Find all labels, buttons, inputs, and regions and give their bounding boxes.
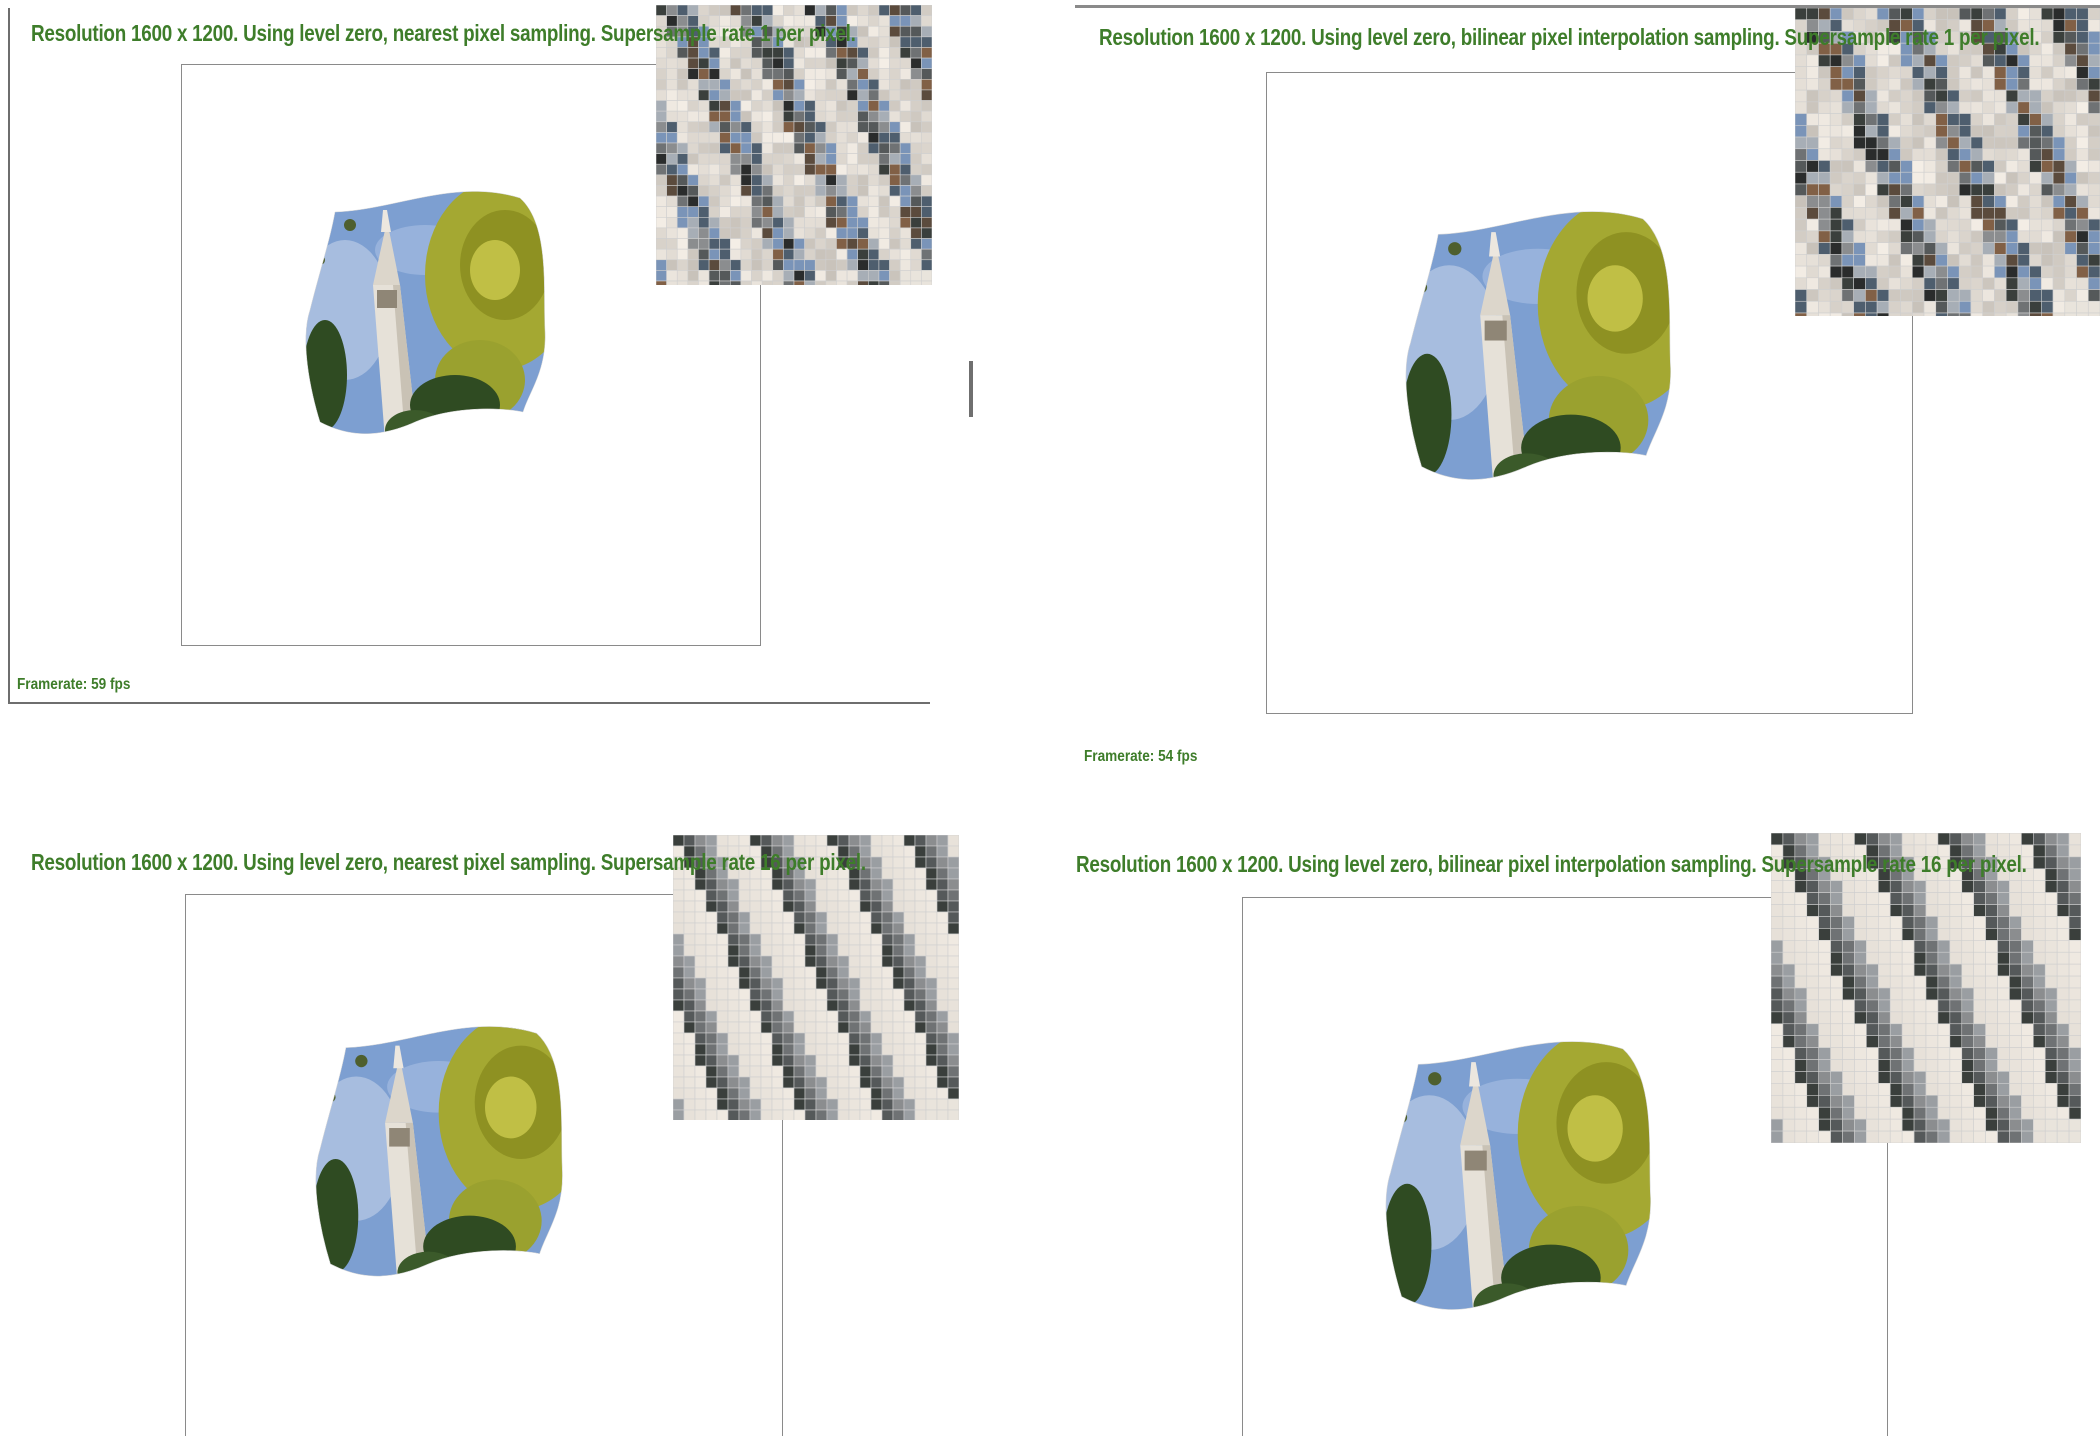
warped-texture-image	[1405, 211, 1671, 480]
warped-texture-image	[315, 1026, 563, 1277]
pixel-inspector-zoom[interactable]	[673, 835, 959, 1120]
warped-texture-image	[1385, 1041, 1651, 1310]
framerate-label: Framerate: 54 fps	[1084, 748, 1198, 765]
framerate-label: Framerate: 59 fps	[17, 676, 131, 693]
render-settings-label: Resolution 1600 x 1200. Using level zero…	[31, 849, 866, 875]
pixel-inspector-zoom[interactable]	[656, 5, 932, 285]
text-cursor-caret	[969, 361, 973, 417]
render-settings-label: Resolution 1600 x 1200. Using level zero…	[1076, 851, 2027, 877]
render-settings-label: Resolution 1600 x 1200. Using level zero…	[31, 20, 856, 46]
render-settings-label: Resolution 1600 x 1200. Using level zero…	[1099, 24, 2040, 50]
window-border-bottom	[8, 702, 930, 704]
pixel-inspector-zoom[interactable]	[1795, 8, 2100, 316]
pixel-inspector-zoom[interactable]	[1771, 833, 2081, 1143]
warped-texture-image	[305, 191, 546, 434]
window-border-left	[8, 8, 10, 702]
